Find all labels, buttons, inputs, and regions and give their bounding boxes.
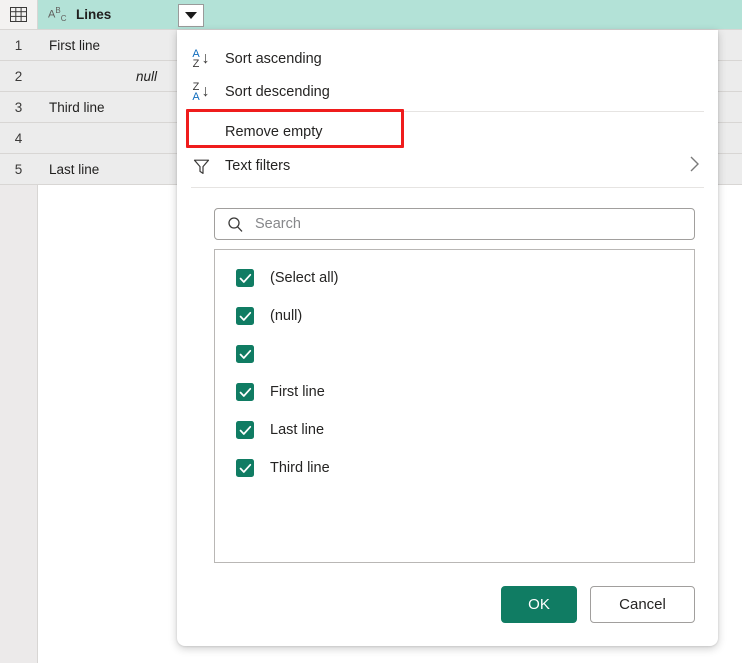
checkbox-checked-icon[interactable] (236, 383, 254, 401)
menu-item-label: Sort descending (225, 83, 330, 100)
sort-desc-bottom-letter: A (192, 90, 200, 103)
filter-dropdown-panel: A Z ↓ Sort ascending Z A ↓ Sort descendi… (177, 30, 718, 646)
menu-item-remove-empty[interactable]: Remove empty (177, 115, 718, 149)
column-header-lines[interactable]: ABC Lines (38, 0, 742, 30)
checkbox-checked-icon[interactable] (236, 459, 254, 477)
list-item-label: (Select all) (270, 270, 339, 286)
cancel-button[interactable]: Cancel (590, 586, 695, 623)
list-item[interactable]: Last line (215, 411, 694, 449)
list-item[interactable]: First line (215, 373, 694, 411)
list-item-label: First line (270, 384, 325, 400)
search-input[interactable] (253, 215, 677, 233)
menu-divider (191, 187, 704, 188)
column-header-label: Lines (76, 7, 112, 22)
search-icon (227, 216, 244, 233)
grid-corner-cell[interactable] (0, 0, 38, 30)
checkbox-checked-icon[interactable] (236, 345, 254, 363)
menu-item-text-filters[interactable]: Text filters (177, 149, 718, 183)
table-grid-icon (10, 7, 27, 22)
list-item[interactable]: Third line (215, 449, 694, 487)
column-filter-dropdown-button[interactable] (178, 4, 204, 27)
menu-item-label: Text filters (225, 158, 291, 174)
row-value: First line (49, 37, 101, 53)
sort-ascending-az-icon: A Z ↓ (177, 47, 225, 70)
caret-down-icon (185, 12, 197, 19)
list-item[interactable]: (null) (215, 297, 694, 335)
sort-asc-arrow: ↓ (201, 49, 210, 67)
sort-desc-top-letter: Z (192, 80, 200, 93)
funnel-icon (177, 157, 225, 176)
list-item-label: Last line (270, 422, 325, 438)
menu-item-sort-ascending[interactable]: A Z ↓ Sort ascending (177, 42, 718, 75)
list-item[interactable] (215, 335, 694, 373)
row-number: 5 (14, 161, 23, 177)
row-value: Last line (49, 161, 100, 177)
list-item-label: Third line (270, 460, 330, 476)
sort-asc-top-letter: A (192, 47, 200, 60)
sort-descending-za-icon: Z A ↓ (177, 80, 225, 103)
menu-item-label: Remove empty (225, 124, 323, 140)
row-number: 3 (14, 99, 23, 115)
sort-desc-arrow: ↓ (201, 82, 210, 100)
row-value: null (135, 68, 157, 84)
chevron-right-icon (689, 155, 700, 178)
checkbox-checked-icon[interactable] (236, 307, 254, 325)
menu-item-sort-descending[interactable]: Z A ↓ Sort descending (177, 75, 718, 108)
checkbox-checked-icon[interactable] (236, 269, 254, 287)
filter-search-box[interactable] (214, 208, 695, 240)
menu-divider (191, 111, 704, 112)
row-number: 1 (14, 37, 23, 53)
list-item-label: (null) (270, 308, 303, 324)
menu-item-label: Sort ascending (225, 50, 322, 67)
ok-button[interactable]: OK (501, 586, 577, 623)
abc-text-type-icon: ABC (48, 5, 67, 23)
sort-asc-bottom-letter: Z (192, 57, 200, 70)
filter-value-list[interactable]: (Select all) (null) First line Last line… (214, 249, 695, 563)
row-value: Third line (49, 99, 105, 115)
row-number: 2 (14, 68, 23, 84)
row-number: 4 (14, 130, 23, 146)
checkbox-checked-icon[interactable] (236, 421, 254, 439)
list-item-select-all[interactable]: (Select all) (215, 259, 694, 297)
